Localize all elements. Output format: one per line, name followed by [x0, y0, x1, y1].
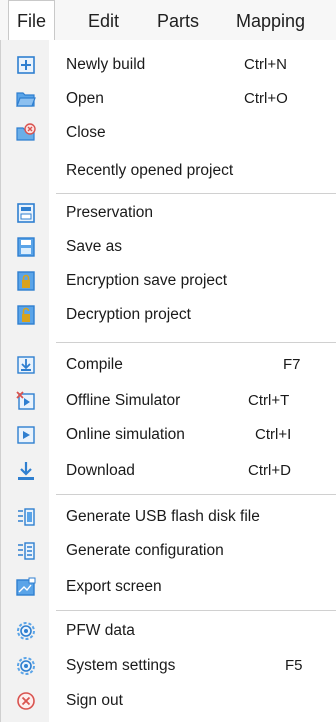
menu-item-generate-configuration[interactable]: Generate configuration: [0, 534, 336, 568]
menu-item-offline-simulator[interactable]: Offline Simulator Ctrl+T: [0, 384, 336, 418]
menu-item-label: Open: [66, 90, 104, 107]
menu-item-label: Encryption save project: [66, 272, 228, 289]
menu-edit[interactable]: Edit: [88, 9, 119, 33]
offline-simulator-icon: [16, 391, 36, 411]
menu-mapping[interactable]: Mapping: [236, 9, 305, 33]
menu-item-close[interactable]: Close: [0, 116, 336, 150]
menu-item-compile[interactable]: Compile F7: [0, 348, 336, 382]
menu-item-label: Close: [66, 124, 106, 141]
menu-item-recently-opened-project[interactable]: Recently opened project: [0, 154, 336, 188]
download-icon: [16, 461, 36, 481]
menu-separator: [56, 193, 336, 194]
menu-item-label: PFW data: [66, 622, 135, 639]
new-file-icon: [16, 55, 36, 75]
menu-item-label: Online simulation: [66, 426, 185, 443]
shortcut-label: Ctrl+I: [255, 426, 292, 443]
menu-item-sign-out[interactable]: Sign out: [0, 684, 336, 718]
menu-separator: [56, 342, 336, 343]
usb-file-icon: [16, 507, 36, 527]
menu-item-label: Decryption project: [66, 306, 191, 323]
menu-item-label: System settings: [66, 657, 176, 674]
shortcut-label: F5: [285, 657, 303, 674]
shortcut-label: Ctrl+D: [248, 462, 291, 479]
sign-out-icon: [16, 691, 36, 711]
menu-item-pfw-data[interactable]: PFW data: [0, 614, 336, 648]
menu-separator: [56, 494, 336, 495]
menu-item-open[interactable]: Open Ctrl+O: [0, 82, 336, 116]
menu-item-preservation[interactable]: Preservation: [0, 196, 336, 230]
shortcut-label: F7: [283, 356, 301, 373]
menu-item-label: Compile: [66, 356, 123, 373]
menu-separator: [56, 610, 336, 611]
menu-item-download[interactable]: Download Ctrl+D: [0, 454, 336, 488]
menu-item-label: Generate configuration: [66, 542, 224, 559]
menu-item-label: Newly build: [66, 56, 146, 73]
shortcut-label: Ctrl+N: [244, 56, 287, 73]
menu-item-label: Offline Simulator: [66, 392, 181, 409]
menu-bar: File Edit Parts Mapping: [0, 0, 336, 41]
shortcut-label: Ctrl+T: [248, 392, 290, 409]
open-folder-icon: [16, 89, 36, 109]
online-simulation-icon: [16, 425, 36, 445]
menu-item-label: Recently opened project: [66, 162, 234, 179]
menu-item-online-simulation[interactable]: Online simulation Ctrl+I: [0, 418, 336, 452]
configuration-icon: [16, 541, 36, 561]
save-as-icon: [16, 237, 36, 257]
compile-icon: [16, 355, 36, 375]
unlock-icon: [16, 305, 36, 325]
menu-item-export-screen[interactable]: Export screen: [0, 570, 336, 604]
menu-item-label: Preservation: [66, 204, 154, 221]
shortcut-label: Ctrl+O: [244, 90, 288, 107]
menu-item-generate-usb-flash-disk-file[interactable]: Generate USB flash disk file: [0, 500, 336, 534]
gear-icon: [16, 621, 36, 641]
save-icon: [16, 203, 36, 223]
close-project-icon: [16, 123, 36, 143]
menu-item-newly-build[interactable]: Newly build Ctrl+N: [0, 48, 336, 82]
settings-gear-icon: [16, 656, 36, 676]
menu-item-decryption-project[interactable]: Decryption project: [0, 298, 336, 332]
menu-file[interactable]: File: [8, 0, 56, 40]
export-screen-icon: [16, 577, 36, 597]
menu-item-save-as[interactable]: Save as: [0, 230, 336, 264]
menu-parts[interactable]: Parts: [157, 9, 199, 33]
menu-item-label: Download: [66, 462, 135, 479]
menu-item-encryption-save-project[interactable]: Encryption save project: [0, 264, 336, 298]
lock-save-icon: [16, 271, 36, 291]
menu-item-label: Generate USB flash disk file: [66, 508, 260, 525]
menu-item-label: Save as: [66, 238, 123, 255]
menu-item-label: Sign out: [66, 692, 123, 709]
menu-item-system-settings[interactable]: System settings F5: [0, 649, 336, 683]
menu-item-label: Export screen: [66, 578, 162, 595]
